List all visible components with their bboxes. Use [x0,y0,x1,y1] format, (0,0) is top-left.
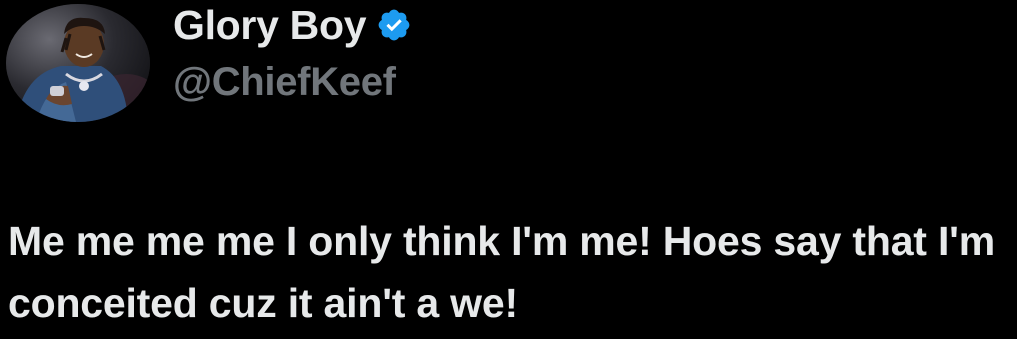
profile-photo-icon [6,4,150,122]
avatar[interactable] [6,4,150,122]
display-name[interactable]: Glory Boy [173,2,367,49]
tweet-text: Me me me me I only think I'm me! Hoes sa… [8,218,995,326]
verified-badge-icon [376,7,412,43]
author-name-row: Glory Boy [173,2,412,48]
author-handle[interactable]: @ChiefKeef [173,60,396,105]
tweet: Glory Boy @ChiefKeef Me me me me I only … [0,0,1017,339]
